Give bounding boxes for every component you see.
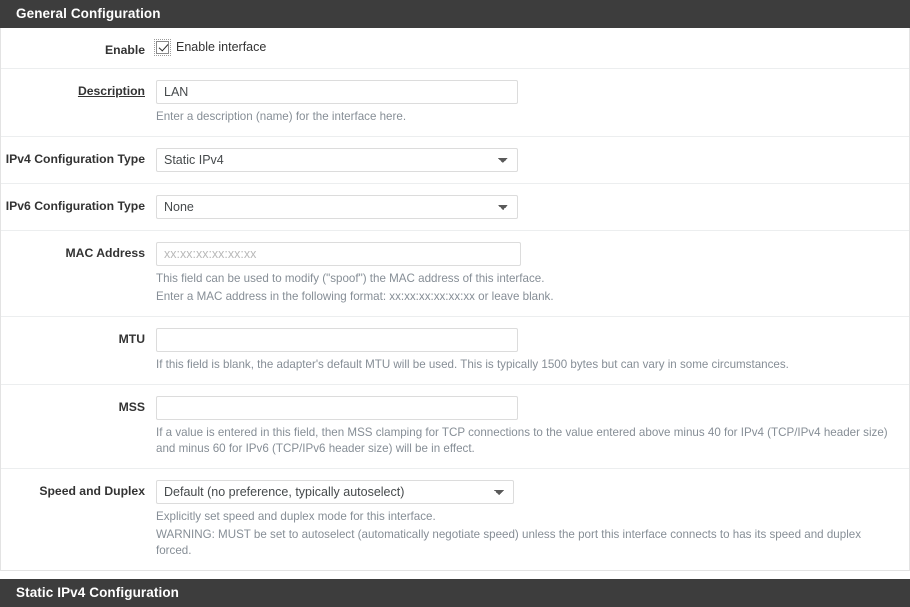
row-mtu: MTU If this field is blank, the adapter'… <box>1 317 909 385</box>
description-control: Enter a description (name) for the inter… <box>156 80 909 125</box>
row-ipv4-config-type: IPv4 Configuration Type Static IPv4 <box>1 137 909 184</box>
row-enable: Enable Enable interface <box>1 28 909 69</box>
row-ipv6-config-type: IPv6 Configuration Type None <box>1 184 909 231</box>
label-ipv6-config-type: IPv6 Configuration Type <box>5 199 145 213</box>
ipv4-config-type-control: Static IPv4 <box>156 148 909 172</box>
label-description-text: Description <box>77 84 145 98</box>
label-speed-duplex: Speed and Duplex <box>39 484 145 498</box>
speed-duplex-help-line-2: WARNING: MUST be set to autoselect (auto… <box>156 528 862 557</box>
mac-address-help-line-1: This field can be used to modify ("spoof… <box>156 272 545 285</box>
mtu-input[interactable] <box>156 328 518 352</box>
mtu-control: If this field is blank, the adapter's de… <box>156 328 909 373</box>
ipv4-config-type-select[interactable]: Static IPv4 <box>156 148 518 172</box>
row-mac-address: MAC Address This field can be used to mo… <box>1 231 909 317</box>
enable-control: Enable interface <box>154 38 909 56</box>
enable-interface-checkbox-label[interactable]: Enable interface <box>176 40 266 54</box>
label-ipv4-config-type: IPv4 Configuration Type <box>5 152 145 166</box>
description-help: Enter a description (name) for the inter… <box>156 110 407 123</box>
ipv6-config-type-control: None <box>156 195 909 219</box>
mtu-help: If this field is blank, the adapter's de… <box>156 358 789 371</box>
static-ipv4-configuration-panel: Static IPv4 Configuration IPv4 Address /… <box>0 579 910 607</box>
row-mss: MSS If a value is entered in this field,… <box>1 385 909 469</box>
label-enable: Enable <box>105 43 145 57</box>
mac-address-help-line-2: Enter a MAC address in the following for… <box>156 290 554 303</box>
speed-duplex-help-line-1: Explicitly set speed and duplex mode for… <box>156 510 436 523</box>
row-description: Description Enter a description (name) f… <box>1 69 909 137</box>
panel-gap <box>0 571 910 579</box>
interface-configuration-page: General Configuration Enable Enable inte… <box>0 0 910 607</box>
description-input[interactable] <box>156 80 518 104</box>
mac-address-input[interactable] <box>156 242 521 266</box>
ipv6-config-type-select[interactable]: None <box>156 195 518 219</box>
static-ipv4-configuration-heading: Static IPv4 Configuration <box>0 579 910 607</box>
label-mtu: MTU <box>118 332 145 346</box>
row-speed-duplex: Speed and Duplex Default (no preference,… <box>1 469 909 571</box>
mss-help: If a value is entered in this field, the… <box>156 426 888 455</box>
speed-duplex-select[interactable]: Default (no preference, typically autose… <box>156 480 514 504</box>
general-configuration-body: Enable Enable interface Description Ente… <box>0 28 910 571</box>
label-mss: MSS <box>118 400 145 414</box>
mac-address-control: This field can be used to modify ("spoof… <box>156 242 909 305</box>
label-mac-address: MAC Address <box>65 246 145 260</box>
label-description: Description <box>1 80 156 98</box>
general-configuration-heading: General Configuration <box>0 0 910 28</box>
speed-duplex-control: Default (no preference, typically autose… <box>156 480 909 559</box>
mss-input[interactable] <box>156 396 518 420</box>
general-configuration-panel: General Configuration Enable Enable inte… <box>0 0 910 571</box>
enable-interface-checkbox[interactable] <box>154 38 171 56</box>
mss-control: If a value is entered in this field, the… <box>156 396 909 457</box>
